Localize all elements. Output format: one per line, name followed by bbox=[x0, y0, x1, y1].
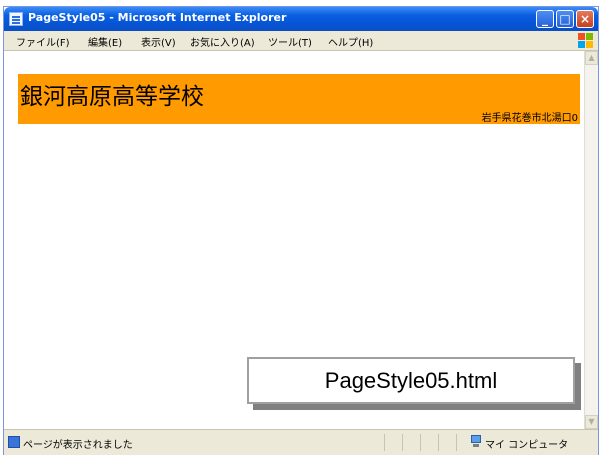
menu-view[interactable]: 表示(V) bbox=[141, 34, 176, 49]
scroll-down-button[interactable]: ▼ bbox=[585, 415, 598, 429]
status-divider bbox=[456, 434, 457, 451]
status-message: ページが表示されました bbox=[23, 440, 133, 451]
school-name: 銀河高原高等学校 bbox=[20, 84, 204, 110]
page-header: 銀河高原高等学校 岩手県花巻市北湯口0 bbox=[18, 74, 580, 124]
status-divider bbox=[420, 434, 421, 451]
minimize-button[interactable]: _ bbox=[536, 10, 554, 28]
vertical-scrollbar[interactable]: ▲ ▼ bbox=[584, 51, 598, 429]
status-divider bbox=[402, 434, 403, 451]
school-address: 岩手県花巻市北湯口0 bbox=[481, 113, 578, 124]
my-computer-icon bbox=[470, 435, 482, 448]
security-zone: マイ コンピュータ bbox=[485, 440, 569, 451]
page-done-icon bbox=[8, 436, 20, 448]
ie-page-icon bbox=[9, 12, 23, 26]
menu-file[interactable]: ファイル(F) bbox=[16, 34, 70, 49]
close-button[interactable]: × bbox=[576, 10, 594, 28]
menu-tools[interactable]: ツール(T) bbox=[268, 34, 312, 49]
menu-edit[interactable]: 編集(E) bbox=[88, 34, 122, 49]
status-divider bbox=[438, 434, 439, 451]
title-bar[interactable]: PageStyle05 - Microsoft Internet Explore… bbox=[4, 7, 598, 31]
status-divider bbox=[384, 434, 385, 451]
filename-caption: PageStyle05.html bbox=[247, 357, 575, 404]
menu-favorites[interactable]: お気に入り(A) bbox=[190, 34, 255, 49]
windows-logo-icon bbox=[578, 33, 594, 49]
status-bar: ページが表示されました マイ コンピュータ bbox=[4, 429, 598, 455]
window-title: PageStyle05 - Microsoft Internet Explore… bbox=[28, 11, 287, 24]
menu-bar: ファイル(F) 編集(E) 表示(V) お気に入り(A) ツール(T) ヘルプ(… bbox=[4, 31, 598, 51]
menu-help[interactable]: ヘルプ(H) bbox=[328, 34, 373, 49]
scroll-up-button[interactable]: ▲ bbox=[585, 51, 598, 65]
maximize-button[interactable]: □ bbox=[556, 10, 574, 28]
